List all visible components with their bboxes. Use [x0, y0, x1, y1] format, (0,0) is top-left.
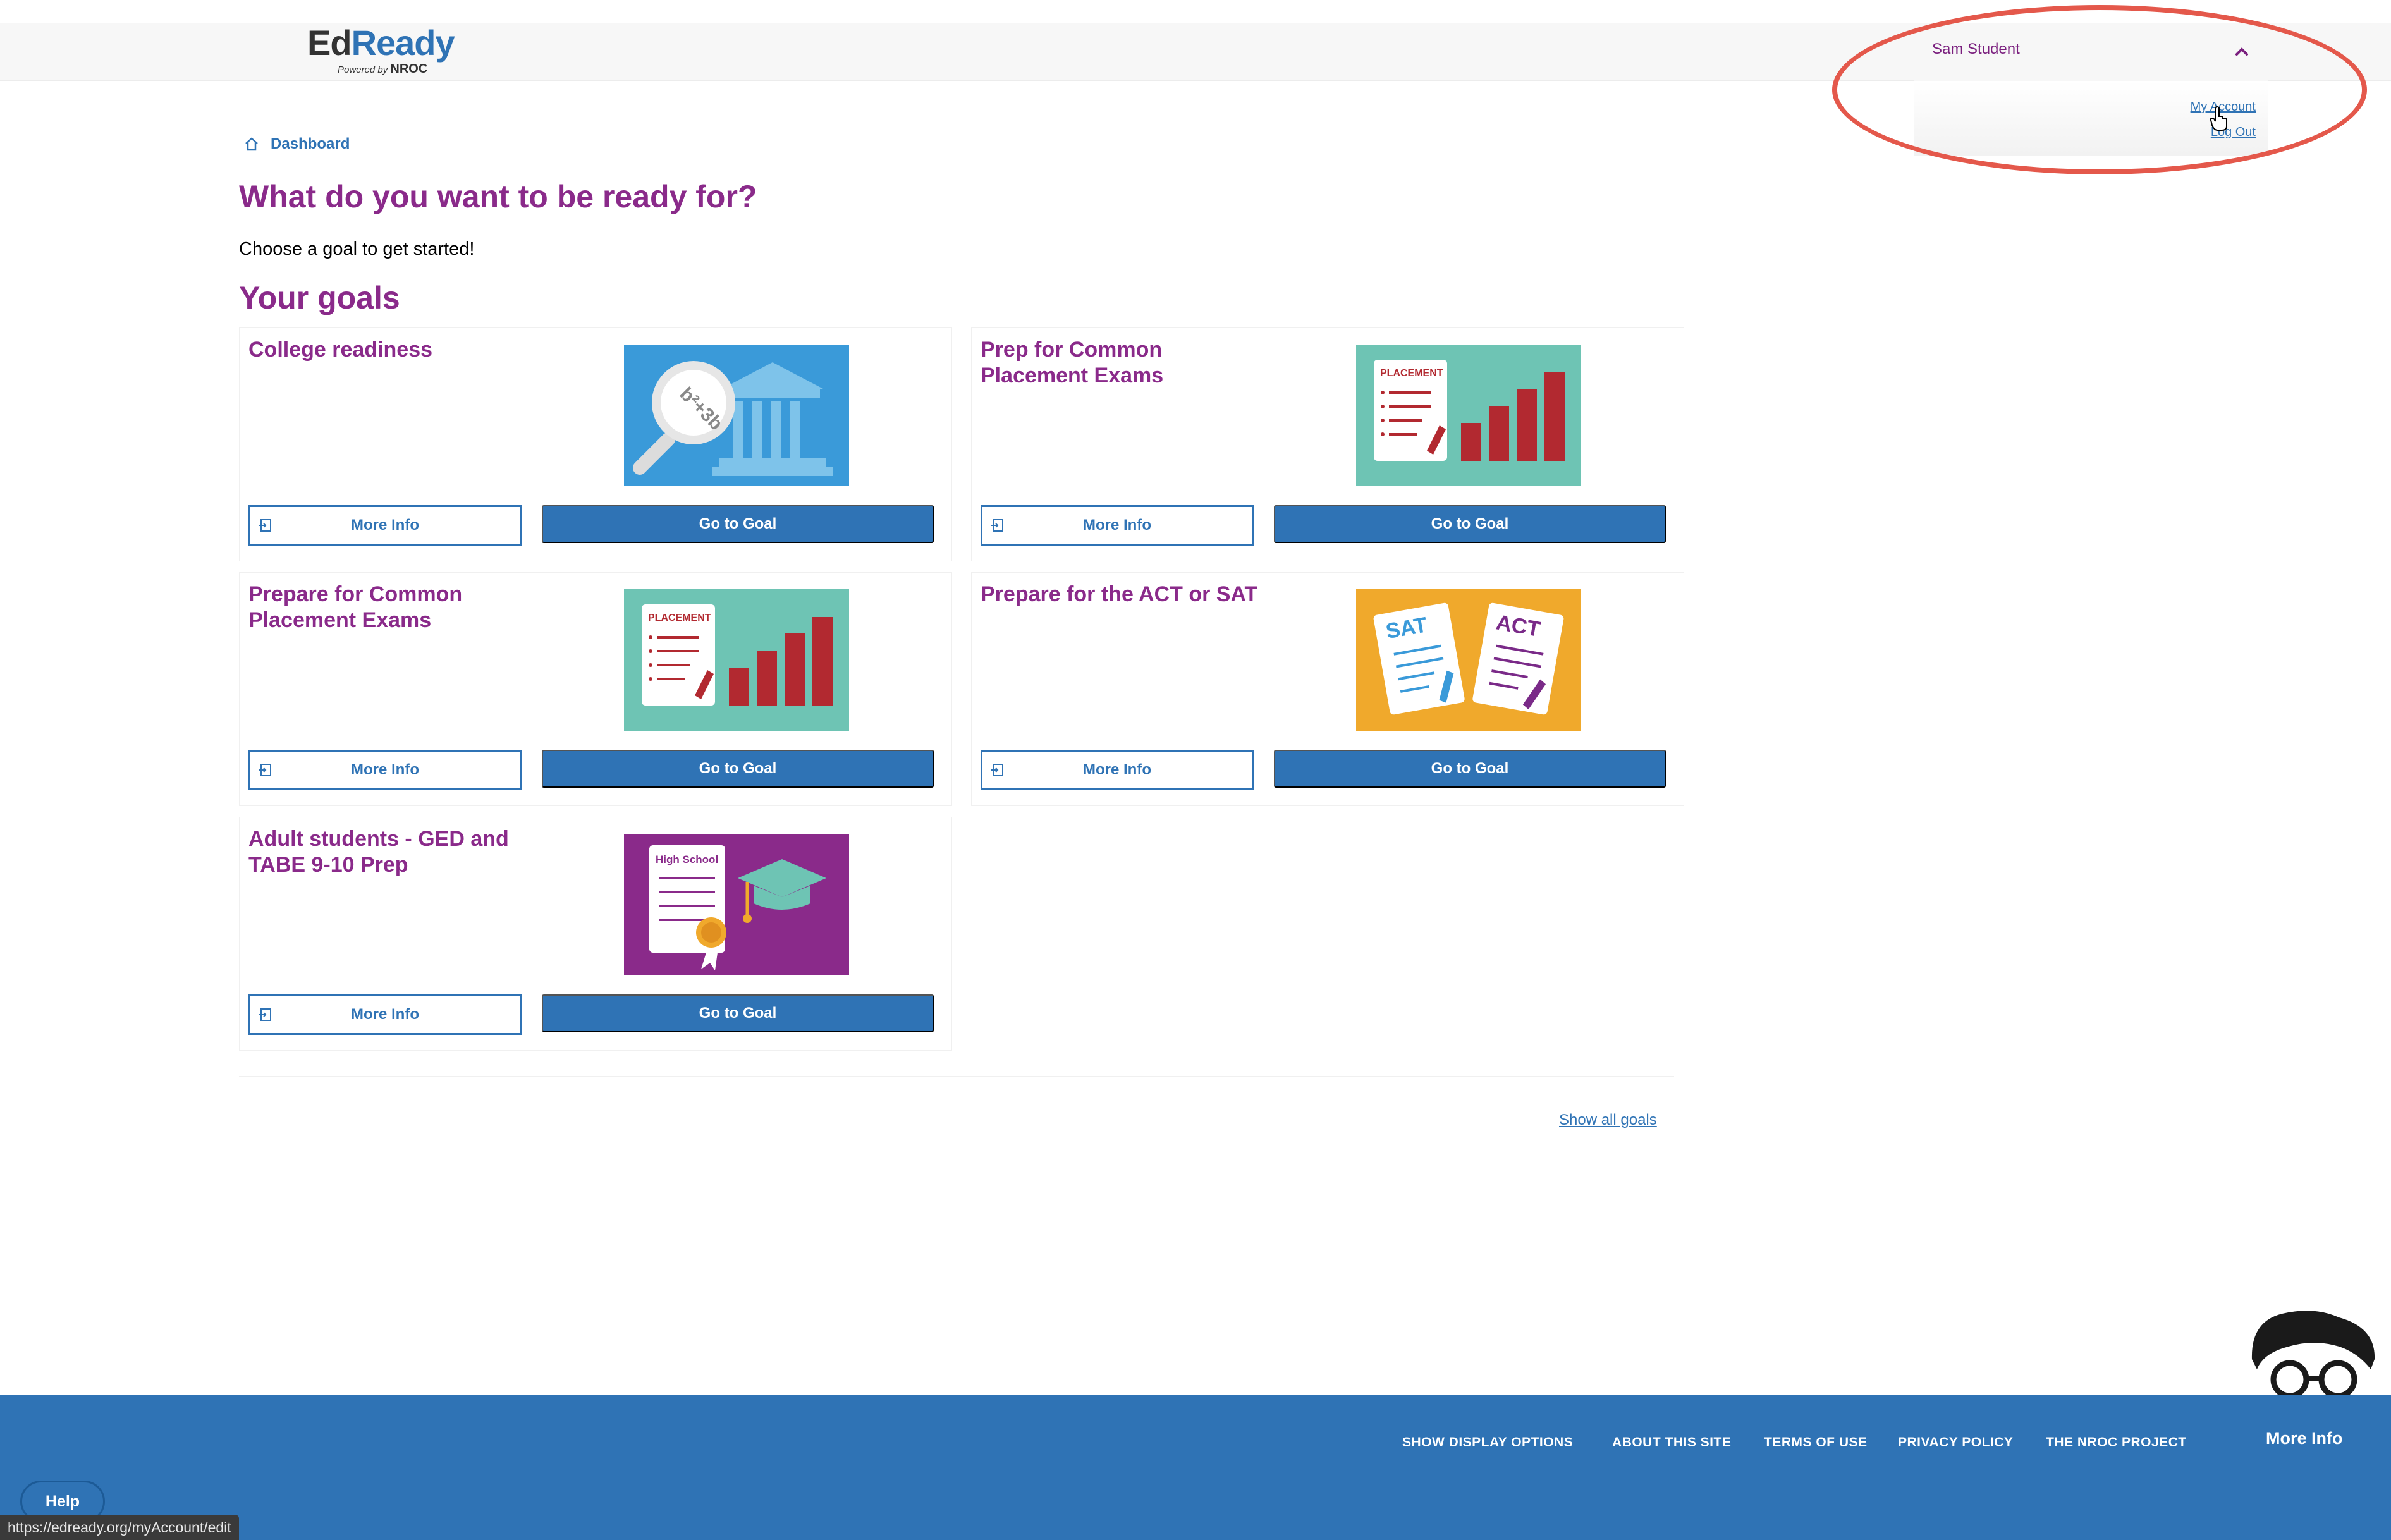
- goal-card-act-sat: Prepare for the ACT or SAT SAT ACT More …: [971, 572, 1684, 807]
- diploma-cap-image: High School: [624, 834, 849, 975]
- footer-terms-of-use[interactable]: TERMS OF USE: [1764, 1435, 1868, 1450]
- placement-label: PLACEMENT: [1380, 368, 1443, 379]
- more-info-button[interactable]: More Info: [981, 750, 1254, 790]
- more-info-icon: [259, 519, 271, 532]
- footer-more-info[interactable]: More Info: [2266, 1429, 2343, 1448]
- more-info-label: More Info: [351, 516, 419, 534]
- go-to-goal-button[interactable]: Go to Goal: [1274, 750, 1666, 788]
- footer-about-this-site[interactable]: ABOUT THIS SITE: [1612, 1435, 1731, 1450]
- more-info-label: More Info: [351, 1006, 419, 1023]
- diploma-label: High School: [656, 853, 718, 865]
- goals-heading: Your goals: [239, 280, 400, 315]
- more-info-button[interactable]: More Info: [248, 994, 522, 1035]
- page-title: What do you want to be ready for?: [239, 179, 757, 214]
- more-info-icon: [991, 764, 1003, 776]
- more-info-icon: [259, 1008, 271, 1021]
- more-info-button[interactable]: More Info: [981, 505, 1254, 546]
- goal-title: Prep for Common Placement Exams: [981, 338, 1164, 388]
- footer-show-display-options[interactable]: SHOW DISPLAY OPTIONS: [1402, 1435, 1573, 1450]
- show-all-goals-link[interactable]: Show all goals: [1559, 1111, 1657, 1129]
- placement-chart-image: PLACEMENT: [1356, 345, 1581, 486]
- sat-act-image: SAT ACT: [1356, 589, 1581, 731]
- hand-cursor-icon: [2210, 106, 2227, 131]
- footer-nroc-project[interactable]: THE NROC PROJECT: [2046, 1435, 2187, 1450]
- more-info-button[interactable]: More Info: [248, 750, 522, 790]
- goal-card-adult-ged-tabe: Adult students - GED and TABE 9-10 Prep …: [239, 817, 952, 1051]
- placement-chart-image: PLACEMENT: [624, 589, 849, 731]
- logo-nroc: NROC: [390, 62, 428, 76]
- more-info-icon: [259, 764, 271, 776]
- user-menu-toggle[interactable]: Sam Student: [1914, 23, 2268, 81]
- intro-text: Choose a goal to get started!: [239, 239, 475, 259]
- magnifier-building-image: b²+3b: [624, 345, 849, 486]
- more-info-label: More Info: [351, 761, 419, 778]
- goal-title: College readiness: [248, 338, 433, 362]
- breadcrumb: Dashboard: [244, 135, 350, 153]
- user-name: Sam Student: [1932, 40, 2020, 58]
- goal-card-prep-common-placement: Prep for Common Placement Exams PLACEMEN…: [971, 327, 1684, 562]
- more-info-label: More Info: [1083, 516, 1151, 534]
- goal-title: Prepare for the ACT or SAT: [981, 582, 1258, 606]
- more-info-button[interactable]: More Info: [248, 505, 522, 546]
- go-to-goal-button[interactable]: Go to Goal: [1274, 505, 1666, 543]
- goals-divider: [239, 1076, 1674, 1077]
- goal-card-college-readiness: College readiness b²+3b More Info Go to …: [239, 327, 952, 562]
- chevron-up-icon: [2235, 47, 2248, 56]
- more-info-icon: [991, 519, 1003, 532]
- edready-logo[interactable]: EdReady Powered by NROC: [307, 25, 459, 76]
- goal-card-prepare-common-placement: Prepare for Common Placement Exams PLACE…: [239, 572, 952, 807]
- placement-label: PLACEMENT: [648, 613, 711, 623]
- go-to-goal-button[interactable]: Go to Goal: [542, 505, 934, 543]
- home-icon[interactable]: [244, 137, 259, 152]
- mascot-glasses-icon[interactable]: [2244, 1309, 2383, 1397]
- breadcrumb-dashboard[interactable]: Dashboard: [271, 135, 350, 153]
- status-bar-url: https://edready.org/myAccount/edit: [0, 1515, 239, 1540]
- go-to-goal-button[interactable]: Go to Goal: [542, 994, 934, 1032]
- user-menu: Sam Student My Account Log Out: [1914, 23, 2268, 156]
- go-to-goal-button[interactable]: Go to Goal: [542, 750, 934, 788]
- goal-title: Adult students - GED and TABE 9-10 Prep: [248, 827, 509, 877]
- more-info-label: More Info: [1083, 761, 1151, 778]
- logo-ready: Ready: [351, 23, 455, 63]
- footer-privacy-policy[interactable]: PRIVACY POLICY: [1898, 1435, 2013, 1450]
- logo-powered: Powered by: [338, 64, 388, 75]
- logo-ed: Ed: [307, 23, 352, 63]
- footer: SHOW DISPLAY OPTIONS ABOUT THIS SITE TER…: [0, 1395, 2391, 1540]
- goal-title: Prepare for Common Placement Exams: [248, 582, 463, 632]
